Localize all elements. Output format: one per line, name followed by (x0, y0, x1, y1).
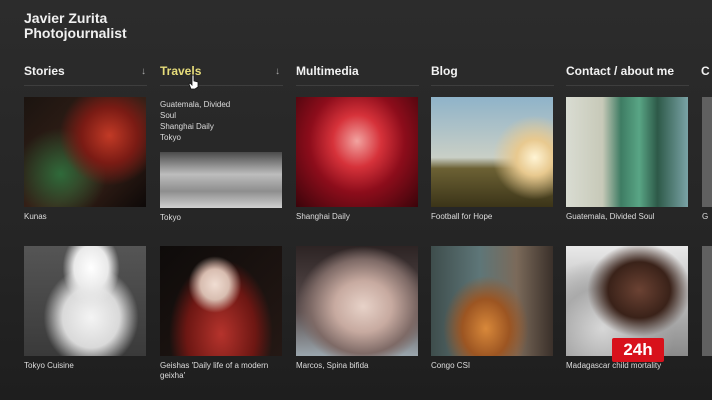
tile-caption: Marcos, Spina bifida (296, 361, 369, 370)
tile-caption: Congo CSI (431, 361, 471, 370)
channel-logo: 24h (612, 338, 664, 362)
dropdown-item-guatemala-cont[interactable]: Soul (160, 110, 284, 121)
tile-caption: Football for Hope (431, 212, 493, 221)
photo-guatemala (566, 97, 688, 207)
chevron-down-icon[interactable]: ↓ (141, 66, 146, 77)
nav-item-contact[interactable]: Contact / about me (566, 64, 674, 82)
gallery-tile-kunas[interactable]: Kunas (24, 97, 146, 222)
dropdown-item-tokyo[interactable]: Tokyo (160, 132, 284, 143)
photo-marcos (296, 246, 418, 356)
photo-partial[interactable] (702, 246, 712, 356)
gallery-tile-congo[interactable]: Congo CSI (431, 246, 553, 371)
chevron-down-icon[interactable]: ↓ (275, 66, 280, 77)
gallery-tile-geishas[interactable]: Geishas 'Daily life of a modern geixha' (160, 246, 282, 381)
photo-tokyo-cuisine (24, 246, 146, 356)
divider (431, 85, 554, 86)
site-title-subtitle: Photojournalist (24, 25, 127, 41)
nav-item-blog[interactable]: Blog (431, 64, 458, 82)
tile-caption: Geishas 'Daily life of a modern geixha' (160, 361, 269, 380)
nav-item-stories[interactable]: Stories (24, 64, 65, 82)
tile-caption: Tokyo Cuisine (24, 361, 74, 370)
nav-item-partial[interactable]: C (701, 64, 710, 82)
tile-caption[interactable]: Tokyo (160, 213, 181, 222)
photo-geishas (160, 246, 282, 356)
photo-partial[interactable] (702, 97, 712, 207)
photo-football (431, 97, 553, 207)
main-nav: Stories ↓ Travels ↓ Multimedia Blog Cont… (0, 64, 712, 84)
divider (160, 85, 283, 86)
tile-caption[interactable]: G (702, 212, 708, 221)
gallery-tile-marcos[interactable]: Marcos, Spina bifida (296, 246, 418, 371)
site-title[interactable]: Javier Zurita Photojournalist (24, 11, 127, 41)
dropdown-item-shanghai[interactable]: Shanghai Daily (160, 121, 284, 132)
photo-tokyo-street[interactable] (160, 152, 282, 208)
dropdown-item-guatemala[interactable]: Guatemala, Divided (160, 99, 284, 110)
tile-caption: Madagascar child mortality (566, 361, 662, 370)
divider (296, 85, 419, 86)
gallery-tile-football[interactable]: Football for Hope (431, 97, 553, 222)
gallery-tile-guatemala[interactable]: Guatemala, Divided Soul (566, 97, 688, 222)
site-title-name: Javier Zurita (24, 10, 108, 26)
hand-cursor-icon (188, 74, 199, 90)
tile-caption: Kunas (24, 212, 47, 221)
gallery-tile-shanghai[interactable]: Shanghai Daily (296, 97, 418, 222)
photo-kunas (24, 97, 146, 207)
photo-shanghai (296, 97, 418, 207)
gallery-tile-tokyo-cuisine[interactable]: Tokyo Cuisine (24, 246, 146, 371)
tile-caption: Guatemala, Divided Soul (566, 212, 655, 221)
photo-congo (431, 246, 553, 356)
browser-screen: Javier Zurita Photojournalist Stories ↓ … (0, 0, 712, 400)
travels-dropdown: Guatemala, Divided Soul Shanghai Daily T… (160, 99, 284, 143)
tile-caption: Shanghai Daily (296, 212, 350, 221)
divider (566, 85, 689, 86)
nav-item-multimedia[interactable]: Multimedia (296, 64, 359, 82)
divider (24, 85, 147, 86)
